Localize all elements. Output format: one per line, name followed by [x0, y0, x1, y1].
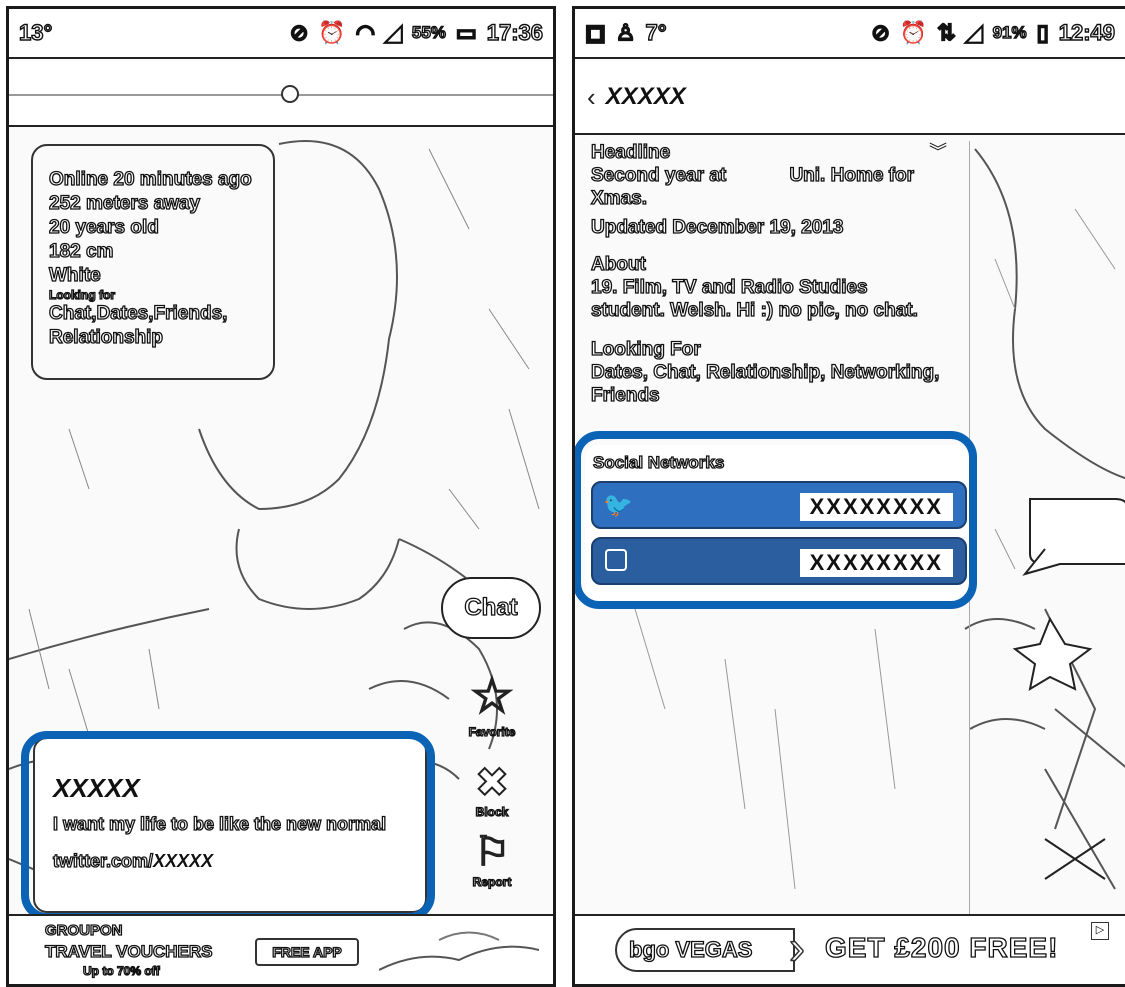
favorite-label: Favorite — [468, 724, 516, 739]
ad-line2: Up to 70% off — [82, 963, 160, 978]
ad-choices-icon[interactable]: ▷ — [1091, 922, 1109, 940]
ad-banner[interactable]: bgo VEGAS › GET £200 FREE! ▷ — [575, 914, 1125, 984]
ethnicity: White — [48, 264, 101, 286]
highlight-box-social-networks — [575, 431, 977, 609]
left-phone-screen: 13° ⊘ ⏰ ◠ ◢ 55% ▭ 17:36 Online 20 minute… — [6, 6, 556, 987]
block-button[interactable]: ✖ Block — [457, 760, 527, 827]
looking-for-label: Looking for — [48, 287, 115, 302]
star-icon: ☆ — [469, 669, 514, 724]
chat-button[interactable]: Chat — [441, 577, 541, 639]
headline-text-b: Uni. Home for — [789, 164, 915, 186]
ad-banner[interactable]: GROUPON TRAVEL VOUCHERS Up to 70% off FR… — [9, 914, 553, 984]
report-label: Report — [472, 874, 512, 889]
updated-date: Updated December 19, 2013 — [590, 216, 844, 238]
chat-label: Chat — [464, 593, 519, 621]
ad-beach-image — [379, 931, 539, 971]
ad-brand: GROUPON — [44, 921, 123, 939]
headline-label: Headline — [590, 141, 671, 163]
block-label: Block — [475, 804, 509, 819]
ad-line1: TRAVEL VOUCHERS — [44, 941, 213, 961]
looking-for-value: Chat,Dates,Friends, — [48, 302, 228, 324]
headline-text-c: Xmas. — [590, 187, 647, 209]
height: 182 cm — [48, 240, 114, 262]
distance: 252 meters away — [48, 192, 201, 214]
ad-cta: FREE APP — [272, 943, 343, 960]
highlight-box-profile-card — [21, 731, 435, 921]
headline-text-a: Second year at — [590, 164, 727, 186]
favorite-button[interactable]: ☆ Favorite — [457, 669, 527, 759]
looking-for-line-2: Friends — [590, 384, 660, 406]
looking-for-label: Looking For — [590, 338, 701, 360]
about-line-2: student. Welsh. Hi :) no pic, no chat. — [590, 299, 918, 321]
ad-brand: bgo VEGAS — [628, 936, 753, 962]
online-status: Online 20 minutes ago — [48, 168, 252, 190]
profile-info-box: Online 20 minutes ago 252 meters away 20… — [31, 144, 275, 380]
report-button[interactable]: ⚐ Report — [457, 829, 527, 899]
age: 20 years old — [48, 216, 159, 238]
ad-cta: GET £200 FREE! — [824, 931, 1059, 963]
about-line-1: 19. Film, TV and Radio Studies — [590, 276, 868, 298]
looking-for-value-2: Relationship — [48, 326, 164, 348]
block-x-icon: ✖ — [474, 760, 510, 806]
ad-chevron-icon: › — [788, 922, 805, 975]
right-phone-screen: ▣ ♙ 7° ⊘ ⏰ ⇅ ◢ 91% ▯ 12:49 ‹ XXXXX Headl… — [572, 6, 1125, 987]
about-label: About — [590, 253, 646, 275]
ad-free-app-button[interactable]: FREE APP — [255, 938, 359, 966]
looking-for-line-1: Dates, Chat, Relationship, Networking, — [590, 361, 940, 383]
collapse-chevron-icon[interactable]: ︾ — [929, 141, 947, 164]
flag-icon: ⚐ — [473, 829, 511, 875]
ad-bgo-logo: bgo VEGAS — [615, 928, 795, 972]
